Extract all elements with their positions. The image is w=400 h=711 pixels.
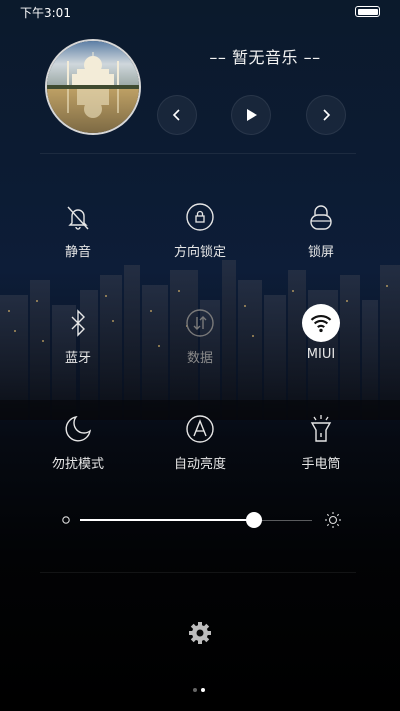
toggle-flashlight-label: 手电筒 <box>301 457 341 472</box>
previous-button[interactable] <box>157 95 197 135</box>
toggle-rotation-lock[interactable]: 方向锁定 <box>145 199 255 269</box>
battery-full-icon <box>355 6 380 17</box>
play-icon <box>247 109 257 121</box>
rotation-lock-icon <box>182 199 218 235</box>
page-indicator <box>193 677 209 696</box>
gear-icon <box>189 622 211 644</box>
toggle-silent[interactable]: 静音 <box>23 199 133 269</box>
wifi-icon <box>302 304 340 342</box>
toggle-silent-label: 静音 <box>64 245 91 260</box>
toggle-auto-brightness-label: 自动亮度 <box>173 457 226 472</box>
lock-icon <box>303 199 339 235</box>
toggle-bluetooth-label: 蓝牙 <box>64 351 91 366</box>
album-art[interactable] <box>45 39 141 135</box>
previous-icon <box>172 109 180 121</box>
next-button[interactable] <box>306 95 346 135</box>
moon-icon <box>60 411 96 447</box>
dim-sun-icon <box>62 516 70 524</box>
toggle-rotation-lock-label: 方向锁定 <box>173 245 226 260</box>
auto-brightness-icon <box>182 411 218 447</box>
taj-mahal-image <box>47 41 139 133</box>
brightness-fill <box>80 519 254 521</box>
toggle-lock-screen[interactable]: 锁屏 <box>266 199 376 269</box>
brightness-knob[interactable] <box>246 512 262 528</box>
toggle-do-not-disturb-label: 勿扰模式 <box>51 457 104 472</box>
toggle-lock-screen-label: 锁屏 <box>307 245 334 260</box>
toggle-do-not-disturb[interactable]: 勿扰模式 <box>23 411 133 481</box>
page-dot-2 <box>201 688 205 692</box>
bright-sun-icon <box>325 512 341 528</box>
toggle-wifi-label: MIUI <box>306 347 336 362</box>
next-icon <box>323 109 331 121</box>
brightness-slider[interactable] <box>60 508 342 532</box>
toggle-wifi[interactable]: MIUI <box>266 304 376 375</box>
settings-button[interactable] <box>186 619 214 647</box>
bluetooth-icon <box>60 305 96 341</box>
play-button[interactable] <box>231 95 271 135</box>
status-time: 下午3:01 <box>20 6 71 20</box>
toggle-mobile-data-label: 数据 <box>186 351 213 366</box>
mobile-data-icon <box>182 305 218 341</box>
flashlight-icon <box>303 411 339 447</box>
bell-muted-icon <box>60 199 96 235</box>
toggle-auto-brightness[interactable]: 自动亮度 <box>145 411 255 481</box>
toggle-bluetooth[interactable]: 蓝牙 <box>23 305 133 375</box>
toggle-flashlight[interactable]: 手电筒 <box>266 411 376 481</box>
toggle-mobile-data[interactable]: 数据 <box>145 305 255 375</box>
status-bar: 下午3:01 <box>0 0 400 22</box>
divider-bottom <box>40 572 356 573</box>
divider-top <box>40 153 356 154</box>
page-dot-1 <box>193 688 197 692</box>
song-title: –– 暂无音乐 –– <box>209 48 321 67</box>
